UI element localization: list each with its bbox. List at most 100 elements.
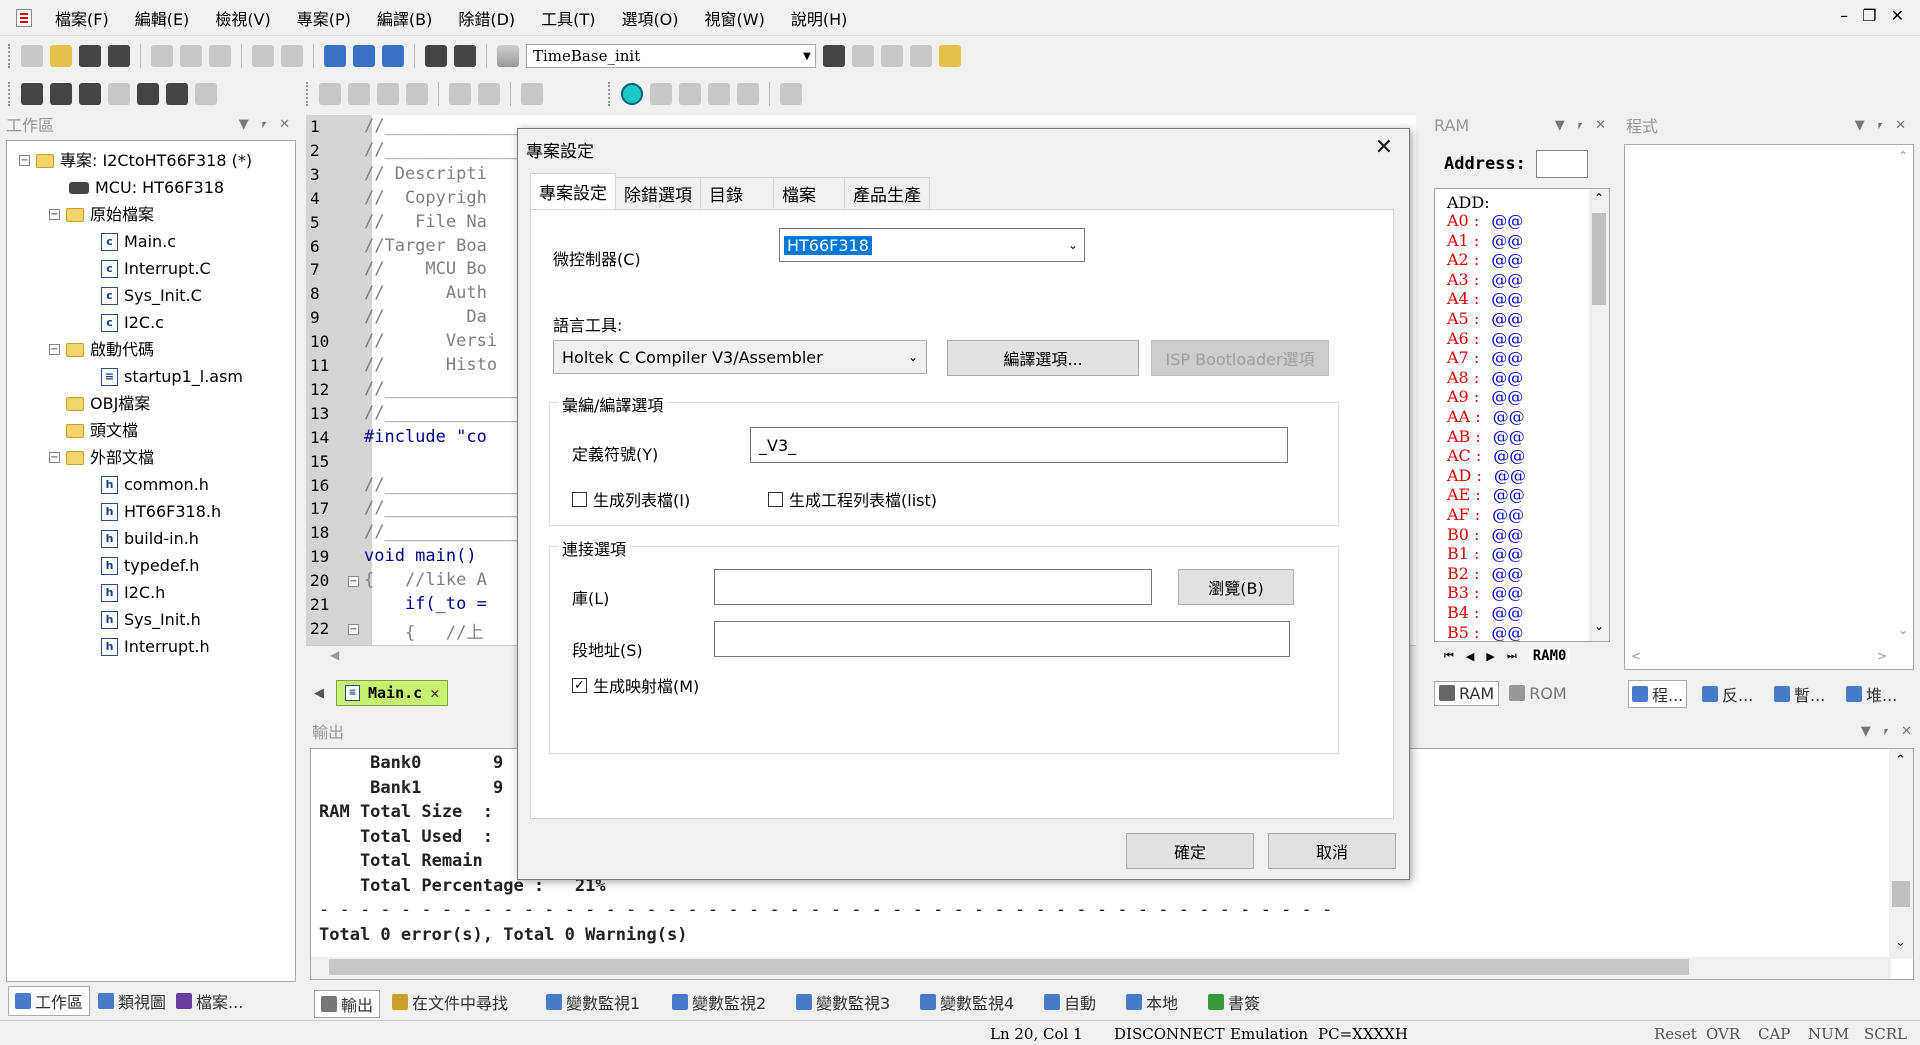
close-tab-icon[interactable]: ✕ — [430, 684, 439, 702]
save-all-icon[interactable] — [108, 45, 130, 67]
code-line[interactable]: // Copyrigh — [364, 188, 487, 208]
isp-bootloader-button[interactable]: ISP Bootloader選項 — [1151, 340, 1329, 376]
ram-row[interactable]: A4 : @@ — [1447, 289, 1523, 308]
code-line[interactable]: //______________ — [364, 379, 528, 399]
find-in-files-icon[interactable] — [497, 45, 519, 67]
tree-file-common-h[interactable]: common.h — [124, 471, 209, 498]
app-icon[interactable] — [16, 8, 32, 27]
ram-row[interactable]: AC : @@ — [1447, 446, 1525, 465]
close-icon[interactable]: ✕ — [1901, 724, 1912, 739]
window-toggle-icon[interactable] — [382, 45, 404, 67]
first-page-icon[interactable]: ⏮ — [1444, 649, 1454, 663]
help-icon[interactable] — [939, 45, 961, 67]
pin-icon[interactable]: ⎖ — [1881, 724, 1891, 739]
dropdown-icon[interactable]: ▼ — [1855, 118, 1865, 133]
tab-classview[interactable]: 類視圖 — [98, 989, 166, 1013]
step-out-icon[interactable] — [377, 83, 399, 105]
ram-row[interactable]: B5 : @@ — [1447, 623, 1523, 642]
tree-file-interrupt-h[interactable]: Interrupt.h — [124, 633, 210, 660]
clear-breakpoint-icon[interactable] — [478, 83, 500, 105]
pin-icon[interactable]: ⎖ — [259, 117, 269, 132]
function-combo[interactable]: TimeBase_init ▼ — [526, 44, 816, 68]
scroll-thumb[interactable] — [1592, 213, 1606, 305]
run-icon[interactable] — [650, 83, 672, 105]
breakpoint-icon[interactable] — [449, 83, 471, 105]
tree-source-folder[interactable]: 原始檔案 — [90, 201, 154, 228]
cancel-button[interactable]: 取消 — [1268, 833, 1396, 869]
menu-window[interactable]: 視窗(W) — [692, 6, 778, 30]
collapse-icon[interactable]: − — [19, 155, 30, 166]
tab-ram[interactable]: RAM — [1434, 680, 1500, 706]
code-line[interactable]: //______________ — [364, 116, 528, 136]
tab-project-settings[interactable]: 專案設定 — [530, 173, 616, 209]
chip-icon[interactable] — [425, 45, 447, 67]
settings-icon[interactable] — [780, 83, 802, 105]
dropdown-icon[interactable]: ▼ — [1861, 724, 1871, 739]
dropdown-icon[interactable]: ▼ — [239, 117, 249, 132]
tree-file-sysinit-h[interactable]: Sys_Init.h — [124, 606, 201, 633]
chevron-down-icon[interactable]: ▼ — [799, 51, 815, 62]
ram-row[interactable]: B3 : @@ — [1447, 583, 1523, 602]
gen-list-checkbox[interactable]: 生成列表檔(I) — [572, 487, 690, 511]
reset-icon[interactable] — [166, 83, 188, 105]
menu-options[interactable]: 選項(O) — [608, 6, 691, 30]
tab-directories[interactable]: 目錄 — [700, 177, 774, 209]
scroll-left-icon[interactable]: ◀ — [330, 648, 339, 662]
open-folder-icon[interactable] — [50, 45, 72, 67]
ram-row[interactable]: AF : @@ — [1447, 505, 1524, 524]
tree-file-ht66f318-h[interactable]: HT66F318.h — [124, 498, 221, 525]
lang-select[interactable]: Holtek C Compiler V3/Assembler ⌄ — [553, 340, 927, 374]
toolbar-grip[interactable] — [8, 82, 11, 106]
copy-icon[interactable] — [180, 45, 202, 67]
rebuild-icon[interactable] — [79, 83, 101, 105]
menu-edit[interactable]: 編輯(E) — [122, 6, 203, 30]
build-icon[interactable] — [50, 83, 72, 105]
menu-tools[interactable]: 工具(T) — [528, 6, 608, 30]
gen-map-checkbox[interactable]: ✓ 生成映射檔(M) — [572, 673, 699, 697]
tab-find-in-files[interactable]: 在文件中尋找 — [392, 990, 508, 1014]
ram-row[interactable]: A2 : @@ — [1447, 250, 1523, 269]
ram-row[interactable]: A8 : @@ — [1447, 368, 1523, 387]
ram-row[interactable]: A6 : @@ — [1447, 329, 1523, 348]
print-icon[interactable] — [454, 45, 476, 67]
tree-file-main-c[interactable]: Main.c — [124, 228, 176, 255]
ram-vscroll[interactable]: ⌃ ⌄ — [1589, 189, 1609, 641]
workspace-toggle-icon[interactable] — [324, 45, 346, 67]
tree-file-startup-asm[interactable]: startup1_l.asm — [124, 363, 243, 390]
code-line[interactable]: //______________ — [364, 140, 528, 160]
code-line[interactable]: //______________ — [364, 522, 528, 542]
ram-row[interactable]: B2 : @@ — [1447, 564, 1523, 583]
hscroll-thumb[interactable] — [329, 959, 1689, 975]
close-icon[interactable]: ✕ — [1375, 135, 1393, 160]
tree-project[interactable]: 專案: I2CtoHT66F318 (*) — [60, 147, 252, 174]
restore-icon[interactable]: ❐ — [1862, 6, 1876, 25]
tab-stack[interactable]: 堆... — [1846, 682, 1897, 706]
code-line[interactable]: // MCU Bo — [364, 259, 487, 279]
save-icon[interactable] — [79, 45, 101, 67]
scroll-right-icon[interactable]: > — [1877, 649, 1887, 663]
output-vscroll[interactable]: ⌃ ⌄ — [1889, 749, 1913, 959]
prev-page-icon[interactable]: ◀ — [1466, 650, 1474, 663]
pause-icon[interactable] — [679, 83, 701, 105]
fold-icon[interactable]: − — [348, 576, 359, 588]
code-line[interactable]: // Da — [364, 307, 487, 327]
tab-rom[interactable]: ROM — [1509, 684, 1567, 703]
scroll-down-icon[interactable]: ⌄ — [1895, 935, 1906, 950]
tree-obj-folder[interactable]: OBJ檔案 — [90, 390, 150, 417]
code-line[interactable]: // Descripti — [364, 164, 487, 184]
dropdown-icon[interactable]: ▼ — [1555, 118, 1565, 133]
tab-files[interactable]: 檔案 — [773, 177, 845, 209]
mcu-select[interactable]: HT66F318 ⌄ — [779, 228, 1085, 262]
undo-icon[interactable] — [252, 45, 274, 67]
editor-tab-main-c[interactable]: ≡ Main.c ✕ — [336, 680, 449, 706]
tab-local[interactable]: 本地 — [1126, 990, 1178, 1014]
cut-icon[interactable] — [151, 45, 173, 67]
collapse-icon[interactable]: − — [49, 209, 60, 220]
tree-file-interrupt-c[interactable]: Interrupt.C — [124, 255, 211, 282]
close-icon[interactable]: ✕ — [1895, 118, 1906, 133]
paste-icon[interactable] — [209, 45, 231, 67]
compile-options-button[interactable]: 編譯選項... — [947, 340, 1139, 376]
ram-row[interactable]: A1 : @@ — [1447, 231, 1523, 250]
toolbar-grip[interactable] — [608, 82, 611, 106]
collapse-icon[interactable]: − — [49, 344, 60, 355]
